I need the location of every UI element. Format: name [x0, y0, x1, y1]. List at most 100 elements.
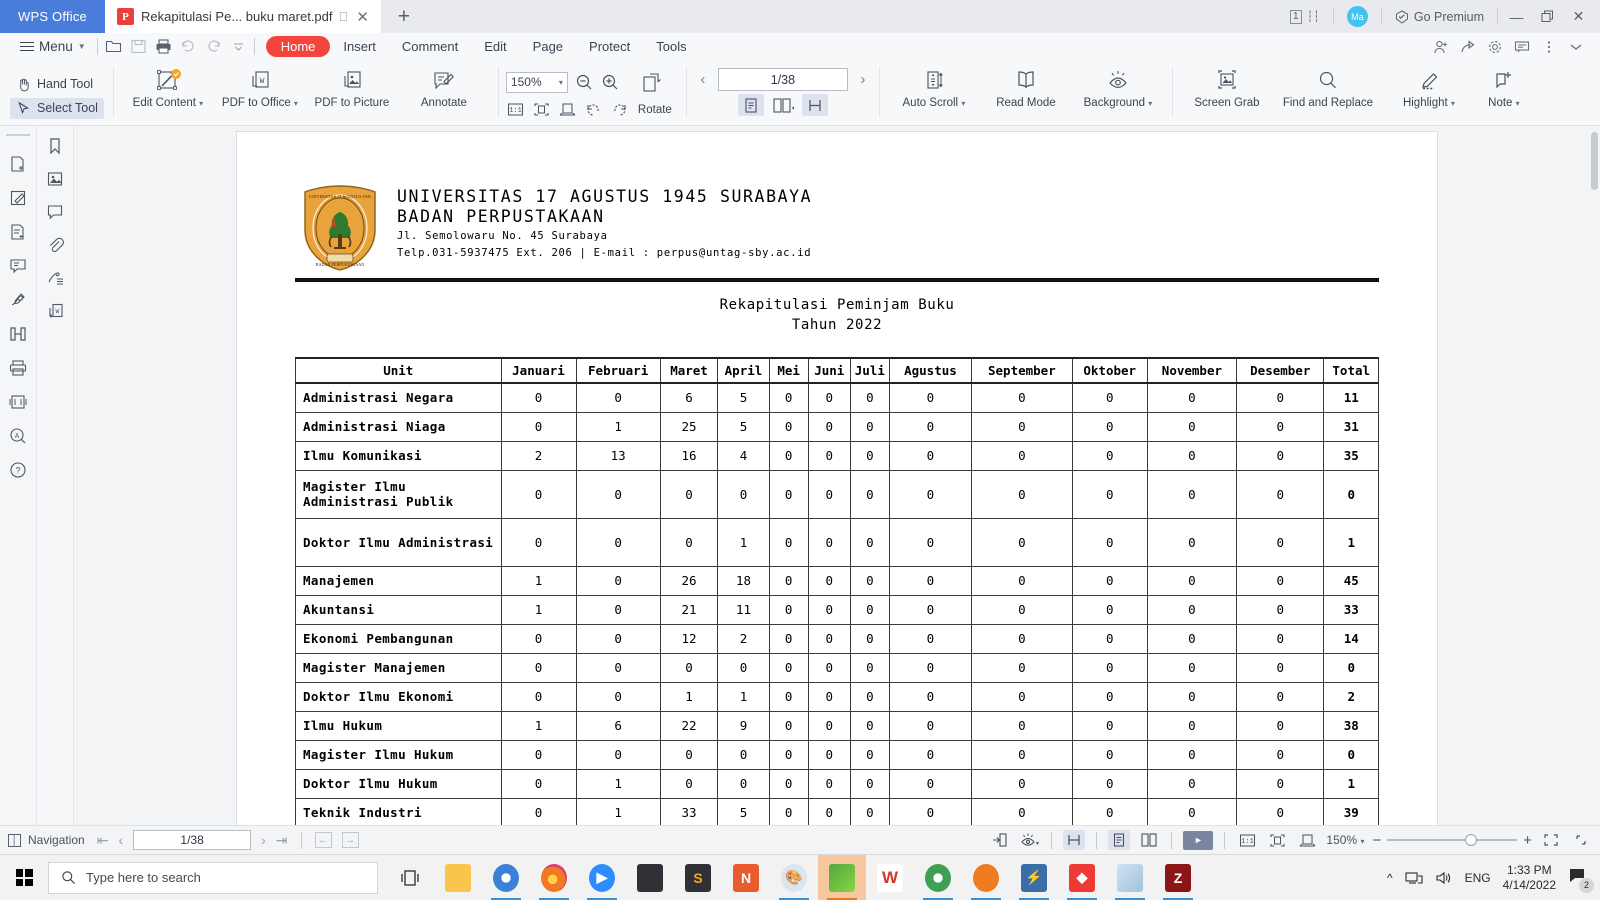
last-page-icon[interactable]: ⇥ [276, 832, 288, 849]
ocr-icon[interactable]: A [6, 424, 30, 448]
signature-icon[interactable] [6, 288, 30, 312]
tab-comment[interactable]: Comment [389, 37, 471, 56]
auto-scroll-button[interactable]: Auto Scroll ▾ [888, 62, 980, 110]
user-avatar-button[interactable]: Ma [1337, 0, 1378, 33]
fit-width-status-icon[interactable] [1296, 830, 1318, 850]
fit-page-button[interactable] [532, 100, 551, 119]
export-word-icon[interactable]: W [45, 301, 65, 321]
forward-view-icon[interactable]: → [341, 832, 359, 848]
start-button[interactable] [0, 855, 48, 900]
background-button[interactable]: Background ▾ [1072, 62, 1164, 110]
save-icon[interactable] [126, 33, 151, 60]
help-icon[interactable]: ? [6, 458, 30, 482]
tab-edit[interactable]: Edit [471, 37, 519, 56]
tab-protect[interactable]: Protect [576, 37, 643, 56]
tab-page[interactable]: Page [520, 37, 576, 56]
annotate-button[interactable]: Annotate [398, 62, 490, 110]
main-menu-button[interactable]: Menu ▼ [12, 39, 94, 54]
go-premium-button[interactable]: Go Premium [1385, 0, 1494, 33]
taskbar-notion[interactable]: N [722, 855, 770, 900]
taskbar-sublime[interactable]: S [674, 855, 722, 900]
status-page-input[interactable]: 1/38 [133, 830, 252, 850]
sign-in-pdf-icon[interactable] [988, 830, 1010, 850]
status-zoom-label[interactable]: 150% ▾ [1326, 833, 1364, 847]
hand-tool-button[interactable]: Hand Tool [10, 74, 99, 95]
bookmark-icon[interactable] [45, 136, 65, 156]
compress-icon[interactable] [6, 390, 30, 414]
note-button[interactable]: Note ▾ [1475, 62, 1533, 110]
zoom-out-button[interactable] [575, 73, 594, 92]
navigation-panel-icon[interactable]: │ [8, 833, 21, 847]
single-page-icon[interactable] [1108, 830, 1131, 850]
tab-insert[interactable]: Insert [330, 37, 389, 56]
select-tool-button[interactable]: Select Tool [10, 97, 104, 119]
document-tab[interactable]: P Rekapitulasi Pe... buku maret.pdf ⎕ ✕ [105, 0, 381, 33]
view-eye-icon[interactable]: ▾ [1018, 830, 1040, 850]
document-scrollbar[interactable] [1589, 126, 1600, 825]
taskbar-book-app[interactable] [1106, 855, 1154, 900]
monitor-icon[interactable]: ⎕ [340, 9, 348, 25]
quick-access-chevron-icon[interactable] [226, 33, 251, 60]
taskbar-red-app[interactable]: ◆ [1058, 855, 1106, 900]
minimize-button[interactable]: — [1501, 0, 1532, 33]
fit-width-button[interactable] [558, 100, 577, 119]
zoom-minus-icon[interactable]: − [1372, 832, 1381, 849]
taskbar-firefox[interactable] [530, 855, 578, 900]
add-page-icon[interactable] [6, 152, 30, 176]
document-viewport[interactable]: UNIVERSITAS 17 AGUSTUS 1945 BADAN PERPUS… [74, 126, 1600, 825]
continuous-view-icon[interactable] [1063, 830, 1086, 850]
pdf-to-office-button[interactable]: W PDF to Office ▾ [214, 62, 306, 110]
pdf-to-picture-button[interactable]: PDF to Picture [306, 62, 398, 110]
rotate-button[interactable] [627, 68, 679, 96]
network-icon[interactable] [1405, 870, 1423, 886]
close-tab-icon[interactable]: ✕ [354, 8, 371, 26]
undo-icon[interactable] [176, 33, 201, 60]
taskbar-notes[interactable] [626, 855, 674, 900]
actual-size-status-icon[interactable]: 1:1 [1236, 830, 1258, 850]
image-icon[interactable] [45, 169, 65, 189]
page-number-input[interactable]: 1/38 [717, 68, 848, 91]
rail-drag-handle[interactable] [6, 134, 30, 136]
redo-icon[interactable] [201, 33, 226, 60]
taskbar-chrome[interactable] [482, 855, 530, 900]
stamp-icon[interactable] [45, 268, 65, 288]
taskbar-search-input[interactable]: Type here to search [48, 861, 378, 894]
collapse-ribbon-icon[interactable] [1563, 33, 1588, 60]
share-icon[interactable] [1455, 33, 1480, 60]
taskbar-zoom[interactable]: ▶ [578, 855, 626, 900]
notification-center-button[interactable]: 2 [1568, 867, 1594, 893]
task-view-button[interactable] [386, 855, 434, 900]
taskbar-paint[interactable]: 🎨 [770, 855, 818, 900]
highlight-button[interactable]: Highlight ▾ [1383, 62, 1475, 110]
open-file-icon[interactable] [101, 33, 126, 60]
print-rail-icon[interactable] [6, 356, 30, 380]
taskbar-orange-app[interactable] [962, 855, 1010, 900]
rotate-right-button[interactable] [610, 100, 629, 119]
two-page-view-button[interactable]: ▾ [770, 94, 796, 116]
rotate-left-button[interactable] [584, 100, 603, 119]
presentation-play-button[interactable]: ► [1183, 830, 1214, 850]
zoom-level-select[interactable]: 150% ▾ [505, 71, 568, 93]
gear-icon[interactable] [1482, 33, 1507, 60]
attachment-icon[interactable] [45, 235, 65, 255]
language-indicator[interactable]: ENG [1465, 871, 1491, 885]
tray-expand-icon[interactable]: ^ [1387, 871, 1393, 885]
zoom-in-button[interactable] [601, 73, 620, 92]
next-page-icon[interactable]: › [261, 832, 266, 848]
first-page-icon[interactable]: ⇤ [97, 832, 109, 849]
close-window-button[interactable]: ✕ [1563, 0, 1594, 33]
comment-edit-icon[interactable] [6, 254, 30, 278]
previous-page-icon[interactable]: ‹ [696, 71, 710, 88]
taskbar-file-explorer[interactable] [434, 855, 482, 900]
add-user-icon[interactable] [1428, 33, 1453, 60]
fit-page-status-icon[interactable] [1266, 830, 1288, 850]
maximize-restore-button[interactable] [1532, 0, 1563, 33]
taskbar-wps-writer[interactable]: W [866, 855, 914, 900]
taskbar-emulator[interactable]: ⚡ [1010, 855, 1058, 900]
back-view-icon[interactable]: ← [314, 832, 332, 848]
page-thumbnails-button[interactable]: 1 ┆┆ [1280, 0, 1330, 33]
more-options-icon[interactable] [1536, 33, 1561, 60]
tab-tools[interactable]: Tools [643, 37, 699, 56]
compare-icon[interactable] [6, 322, 30, 346]
edit-content-button[interactable]: Edit Content ▾ [122, 62, 214, 110]
